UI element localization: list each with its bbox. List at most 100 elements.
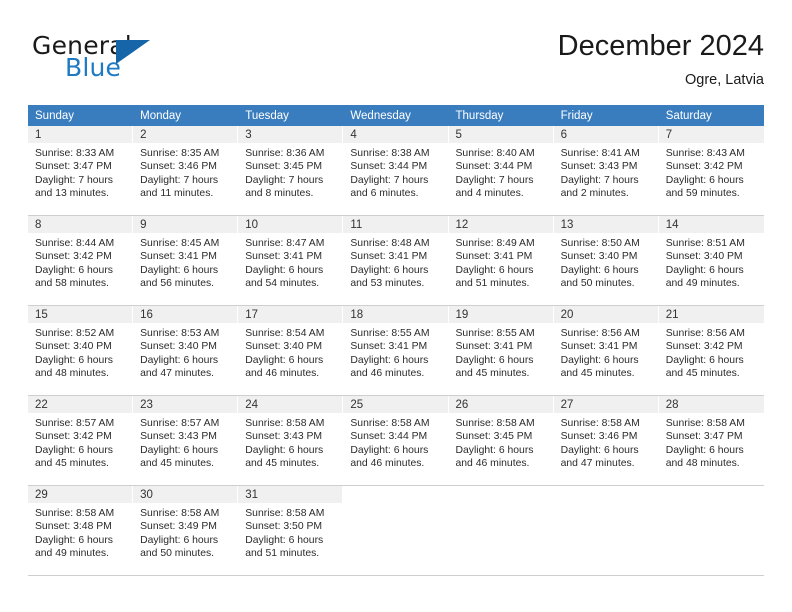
daylight-text: Daylight: 6 hours and 49 minutes.	[35, 534, 113, 560]
day-cell[interactable]: 16 Sunrise: 8:53 AM Sunset: 3:40 PM Dayl…	[133, 306, 239, 395]
day-cell[interactable]: 9 Sunrise: 8:45 AM Sunset: 3:41 PM Dayli…	[133, 216, 239, 305]
sunset-text: Sunset: 3:42 PM	[35, 251, 112, 263]
week-row: 15 Sunrise: 8:52 AM Sunset: 3:40 PM Dayl…	[28, 306, 764, 396]
sunrise-text: Sunrise: 8:53 AM	[140, 328, 220, 339]
sunrise-text: Sunrise: 8:56 AM	[665, 328, 745, 339]
sunset-text: Sunset: 3:40 PM	[560, 251, 638, 263]
sunset-text: Sunset: 3:46 PM	[140, 161, 217, 173]
day-number: 29	[28, 486, 133, 503]
day-cell[interactable]: 8 Sunrise: 8:44 AM Sunset: 3:42 PM Dayli…	[28, 216, 134, 305]
day-number: 15	[28, 306, 133, 323]
day-cell[interactable]: 5 Sunrise: 8:40 AM Sunset: 3:44 PM Dayli…	[448, 126, 554, 215]
day-cell[interactable]: 3 Sunrise: 8:36 AM Sunset: 3:45 PM Dayli…	[238, 126, 344, 215]
day-cell[interactable]: 10 Sunrise: 8:47 AM Sunset: 3:41 PM Dayl…	[238, 216, 344, 305]
day-cell[interactable]: 4 Sunrise: 8:38 AM Sunset: 3:44 PM Dayli…	[343, 126, 449, 215]
sunrise-text: Sunrise: 8:44 AM	[35, 238, 115, 249]
day-number: 28	[658, 396, 764, 413]
sunrise-text: Sunrise: 8:49 AM	[455, 238, 535, 249]
day-cell[interactable]: 22 Sunrise: 8:57 AM Sunset: 3:42 PM Dayl…	[28, 396, 134, 485]
sunrise-text: Sunrise: 8:55 AM	[350, 328, 430, 339]
day-details: Sunrise: 8:58 AM Sunset: 3:48 PM Dayligh…	[28, 503, 132, 561]
daylight-text: Daylight: 7 hours and 2 minutes.	[560, 174, 639, 200]
day-cell[interactable]: 30 Sunrise: 8:58 AM Sunset: 3:49 PM Dayl…	[133, 486, 239, 575]
sunset-text: Sunset: 3:44 PM	[350, 161, 428, 173]
day-details: Sunrise: 8:55 AM Sunset: 3:41 PM Dayligh…	[343, 323, 447, 381]
day-details: Sunrise: 8:55 AM Sunset: 3:41 PM Dayligh…	[449, 323, 553, 381]
day-details: Sunrise: 8:51 AM Sunset: 3:40 PM Dayligh…	[659, 233, 764, 291]
sunset-text: Sunset: 3:40 PM	[140, 341, 217, 353]
day-cell[interactable]: 19 Sunrise: 8:55 AM Sunset: 3:41 PM Dayl…	[448, 306, 554, 395]
general-blue-logo[interactable]: General Blue	[32, 32, 212, 88]
day-number: 10	[238, 216, 343, 233]
weekday-header-sunday: Sunday	[35, 110, 75, 122]
sunrise-text: Sunrise: 8:52 AM	[35, 328, 115, 339]
day-cell[interactable]: 20 Sunrise: 8:56 AM Sunset: 3:41 PM Dayl…	[553, 306, 659, 395]
day-number: 30	[133, 486, 238, 503]
day-cell[interactable]: 6 Sunrise: 8:41 AM Sunset: 3:43 PM Dayli…	[553, 126, 659, 215]
day-number: 1	[28, 126, 133, 143]
daylight-text: Daylight: 7 hours and 8 minutes.	[245, 174, 324, 200]
logo-text-blue: Blue	[65, 53, 122, 82]
daylight-text: Daylight: 6 hours and 58 minutes.	[35, 264, 113, 290]
day-number: 23	[133, 396, 238, 413]
day-number: 14	[658, 216, 764, 233]
day-cell[interactable]: 13 Sunrise: 8:50 AM Sunset: 3:40 PM Dayl…	[553, 216, 659, 305]
week-row: 22 Sunrise: 8:57 AM Sunset: 3:42 PM Dayl…	[28, 396, 764, 486]
sunset-text: Sunset: 3:42 PM	[665, 341, 743, 353]
sunrise-text: Sunrise: 8:43 AM	[665, 148, 745, 159]
weekday-header-row: Sunday Monday Tuesday Wednesday Thursday…	[28, 105, 764, 126]
daylight-text: Daylight: 6 hours and 49 minutes.	[665, 264, 744, 290]
day-cell[interactable]: 27 Sunrise: 8:58 AM Sunset: 3:46 PM Dayl…	[553, 396, 659, 485]
daylight-text: Daylight: 6 hours and 56 minutes.	[140, 264, 219, 290]
day-cell[interactable]: 17 Sunrise: 8:54 AM Sunset: 3:40 PM Dayl…	[238, 306, 344, 395]
daylight-text: Daylight: 6 hours and 51 minutes.	[455, 264, 534, 290]
day-cell[interactable]: 24 Sunrise: 8:58 AM Sunset: 3:43 PM Dayl…	[238, 396, 344, 485]
calendar-page: General Blue December 2024 Ogre, Latvia …	[0, 0, 792, 612]
title-block: December 2024 Ogre, Latvia	[558, 28, 764, 91]
day-number: 9	[133, 216, 238, 233]
day-cell[interactable]: 26 Sunrise: 8:58 AM Sunset: 3:45 PM Dayl…	[448, 396, 554, 485]
day-cell[interactable]: 12 Sunrise: 8:49 AM Sunset: 3:41 PM Dayl…	[448, 216, 554, 305]
day-number: 6	[553, 126, 658, 143]
sunrise-text: Sunrise: 8:51 AM	[665, 238, 745, 249]
day-cell[interactable]: 18 Sunrise: 8:55 AM Sunset: 3:41 PM Dayl…	[343, 306, 449, 395]
day-number: 4	[343, 126, 448, 143]
sunset-text: Sunset: 3:49 PM	[140, 521, 217, 533]
day-cell[interactable]: 29 Sunrise: 8:58 AM Sunset: 3:48 PM Dayl…	[28, 486, 134, 575]
day-cell[interactable]: 11 Sunrise: 8:48 AM Sunset: 3:41 PM Dayl…	[343, 216, 449, 305]
day-number	[658, 486, 764, 503]
day-cell[interactable]: 7 Sunrise: 8:43 AM Sunset: 3:42 PM Dayli…	[658, 126, 764, 215]
day-cell[interactable]: 23 Sunrise: 8:57 AM Sunset: 3:43 PM Dayl…	[133, 396, 239, 485]
day-number: 16	[133, 306, 238, 323]
daylight-text: Daylight: 6 hours and 50 minutes.	[140, 534, 219, 560]
sunrise-text: Sunrise: 8:58 AM	[560, 418, 640, 429]
day-cell-empty	[658, 486, 764, 575]
day-cell[interactable]: 14 Sunrise: 8:51 AM Sunset: 3:40 PM Dayl…	[658, 216, 764, 305]
daylight-text: Daylight: 6 hours and 53 minutes.	[350, 264, 429, 290]
weekday-header-tuesday: Tuesday	[245, 110, 289, 122]
sunrise-text: Sunrise: 8:58 AM	[455, 418, 535, 429]
day-cell[interactable]: 21 Sunrise: 8:56 AM Sunset: 3:42 PM Dayl…	[658, 306, 764, 395]
daylight-text: Daylight: 6 hours and 46 minutes.	[455, 444, 534, 470]
day-cell[interactable]: 25 Sunrise: 8:58 AM Sunset: 3:44 PM Dayl…	[343, 396, 449, 485]
day-details: Sunrise: 8:58 AM Sunset: 3:43 PM Dayligh…	[238, 413, 342, 471]
sunrise-text: Sunrise: 8:58 AM	[245, 508, 325, 519]
day-details: Sunrise: 8:54 AM Sunset: 3:40 PM Dayligh…	[238, 323, 342, 381]
day-cell[interactable]: 1 Sunrise: 8:33 AM Sunset: 3:47 PM Dayli…	[28, 126, 134, 215]
day-cell[interactable]: 31 Sunrise: 8:58 AM Sunset: 3:50 PM Dayl…	[238, 486, 344, 575]
day-cell[interactable]: 28 Sunrise: 8:58 AM Sunset: 3:47 PM Dayl…	[658, 396, 764, 485]
daylight-text: Daylight: 6 hours and 50 minutes.	[560, 264, 639, 290]
sunset-text: Sunset: 3:41 PM	[140, 251, 217, 263]
daylight-text: Daylight: 7 hours and 4 minutes.	[455, 174, 534, 200]
daylight-text: Daylight: 6 hours and 45 minutes.	[140, 444, 219, 470]
daylight-text: Daylight: 6 hours and 54 minutes.	[245, 264, 324, 290]
sunset-text: Sunset: 3:48 PM	[35, 521, 112, 533]
sunrise-text: Sunrise: 8:45 AM	[140, 238, 220, 249]
day-cell[interactable]: 2 Sunrise: 8:35 AM Sunset: 3:46 PM Dayli…	[133, 126, 239, 215]
daylight-text: Daylight: 6 hours and 45 minutes.	[560, 354, 639, 380]
sunset-text: Sunset: 3:41 PM	[455, 341, 533, 353]
day-number: 18	[343, 306, 448, 323]
daylight-text: Daylight: 6 hours and 46 minutes.	[245, 354, 324, 380]
day-cell[interactable]: 15 Sunrise: 8:52 AM Sunset: 3:40 PM Dayl…	[28, 306, 134, 395]
sunrise-text: Sunrise: 8:58 AM	[35, 508, 115, 519]
